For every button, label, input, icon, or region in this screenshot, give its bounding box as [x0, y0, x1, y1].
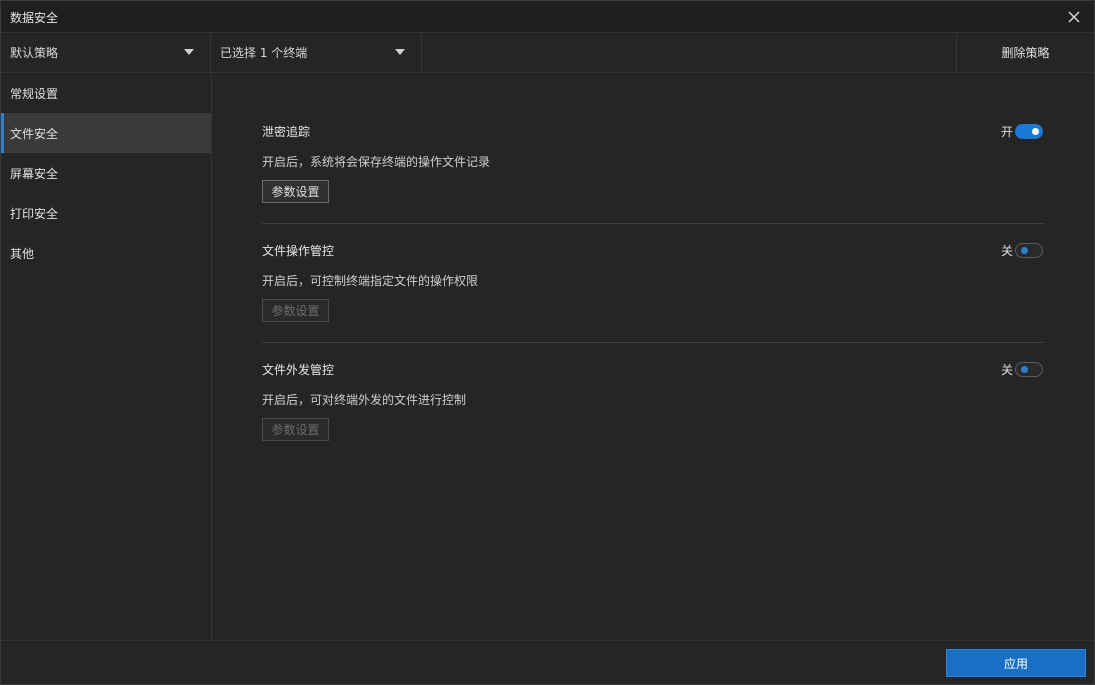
- param-settings-button[interactable]: 参数设置: [262, 299, 329, 322]
- toggle-label: 关: [1000, 244, 1013, 258]
- sidebar-item-label: 常规设置: [10, 86, 59, 101]
- toolbar: 默认策略 已选择 1 个终端 删除策略: [1, 33, 1094, 73]
- sidebar-item-label: 屏幕安全: [10, 166, 59, 181]
- leak-tracking-toggle[interactable]: [1015, 124, 1043, 139]
- divider: [262, 342, 1045, 343]
- sidebar-item-print-security[interactable]: 打印安全: [1, 193, 211, 233]
- toggle-knob: [1021, 247, 1028, 254]
- toggle-label: 关: [1000, 363, 1013, 377]
- delete-policy-label: 删除策略: [1001, 46, 1050, 60]
- sidebar-item-screen-security[interactable]: 屏幕安全: [1, 153, 211, 193]
- toggle-knob: [1032, 128, 1039, 135]
- sidebar-item-label: 其他: [10, 246, 35, 261]
- sidebar-item-other[interactable]: 其他: [1, 233, 211, 273]
- section-title: 泄密追踪: [262, 125, 311, 139]
- scrollbar[interactable]: [1086, 73, 1094, 640]
- delete-policy-button[interactable]: 删除策略: [956, 33, 1094, 72]
- close-button[interactable]: [1064, 7, 1084, 27]
- toggle-group: 开: [1001, 123, 1043, 140]
- param-settings-button[interactable]: 参数设置: [262, 418, 329, 441]
- toggle-group: 关: [1001, 361, 1043, 378]
- chevron-down-icon: [184, 49, 194, 55]
- chevron-down-icon: [395, 49, 405, 55]
- data-security-dialog: 数据安全 默认策略 已选择 1 个终端 删除策略 常规设置 文件安全 屏幕安全: [0, 0, 1095, 685]
- sidebar-item-label: 文件安全: [10, 126, 59, 141]
- close-icon: [1068, 11, 1080, 23]
- title-bar: 数据安全: [1, 1, 1094, 33]
- policy-dropdown[interactable]: 默认策略: [1, 33, 211, 72]
- file-operation-toggle[interactable]: [1015, 243, 1043, 258]
- sidebar-item-general[interactable]: 常规设置: [1, 73, 211, 113]
- footer: 应用: [1, 640, 1094, 684]
- terminal-dropdown[interactable]: 已选择 1 个终端: [211, 33, 422, 72]
- terminal-dropdown-value: 已选择 1 个终端: [220, 46, 308, 60]
- section-description: 开启后，可对终端外发的文件进行控制: [262, 393, 467, 407]
- divider: [262, 223, 1045, 224]
- section-title: 文件操作管控: [262, 244, 335, 258]
- toggle-group: 关: [1001, 242, 1043, 259]
- section-description: 开启后，系统将会保存终端的操作文件记录: [262, 155, 491, 169]
- sidebar: 常规设置 文件安全 屏幕安全 打印安全 其他: [1, 73, 212, 640]
- section-description: 开启后，可控制终端指定文件的操作权限: [262, 274, 479, 288]
- sidebar-item-label: 打印安全: [10, 206, 59, 221]
- toggle-knob: [1021, 366, 1028, 373]
- toggle-label: 开: [1000, 125, 1013, 139]
- sidebar-item-file-security[interactable]: 文件安全: [1, 113, 211, 153]
- policy-dropdown-value: 默认策略: [10, 46, 59, 60]
- apply-button[interactable]: 应用: [946, 649, 1086, 677]
- main-panel: 泄密追踪 开 开启后，系统将会保存终端的操作文件记录 参数设置 文件操作管控 关…: [212, 73, 1087, 640]
- window-title: 数据安全: [10, 11, 59, 25]
- section-title: 文件外发管控: [262, 363, 335, 377]
- param-settings-button[interactable]: 参数设置: [262, 180, 329, 203]
- file-outgoing-toggle[interactable]: [1015, 362, 1043, 377]
